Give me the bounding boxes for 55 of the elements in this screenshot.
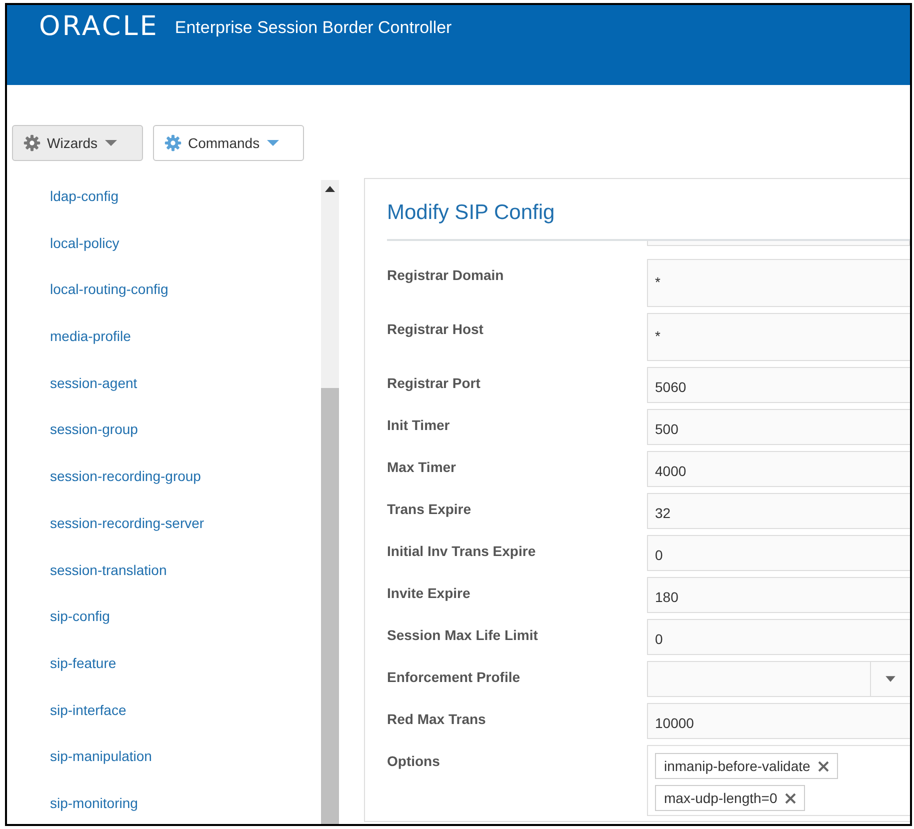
tag-field[interactable]: inmanip-before-validate max-udp-length=0 [647, 745, 910, 816]
input-field[interactable]: 0 [647, 535, 910, 571]
input-field[interactable]: 10000 [647, 703, 910, 739]
wizards-menu-button[interactable]: Wizards [12, 125, 143, 161]
dropdown-field[interactable] [647, 661, 910, 697]
field-label: Session Max Life Limit [387, 626, 539, 645]
input-field[interactable]: 500 [647, 409, 910, 445]
field-label: Init Timer [387, 416, 451, 435]
sidebar-link[interactable]: media-profile [50, 328, 321, 375]
field-label: Initial Inv Trans Expire [387, 542, 537, 561]
scrollbar[interactable] [321, 180, 339, 824]
input-field[interactable] [647, 241, 910, 246]
sidebar-link[interactable]: local-routing-config [50, 281, 321, 328]
field-label: Registrar Port [387, 374, 482, 393]
field-label: Red Max Trans [387, 710, 487, 729]
field-label: Trans Expire [387, 500, 472, 519]
field-label: Options [387, 752, 441, 771]
sidebar-link[interactable]: session-recording-server [50, 514, 321, 562]
scroll-thumb[interactable] [321, 388, 339, 824]
field-label: Enforcement Profile [387, 668, 522, 687]
form-title: Modify SIP Config [387, 200, 556, 226]
input-field[interactable]: * [647, 259, 910, 307]
sidebar-link[interactable]: sip-manipulation [50, 748, 321, 795]
sidebar-link[interactable]: session-translation [50, 562, 321, 608]
sidebar-link[interactable]: ldap-config [50, 188, 321, 235]
sidebar-link[interactable]: session-recording-group [50, 468, 321, 515]
commands-menu-button[interactable]: Commands [153, 125, 304, 161]
sidebar-link[interactable]: sip-feature [50, 654, 321, 702]
scroll-up-icon[interactable] [325, 186, 335, 192]
gear-icon [164, 134, 182, 152]
sidebar-link[interactable]: session-agent [50, 374, 321, 422]
gear-icon [23, 134, 41, 152]
input-field[interactable]: 5060 [647, 367, 910, 403]
input-field[interactable]: 4000 [647, 451, 910, 487]
input-field[interactable]: 180 [647, 577, 910, 613]
remove-icon[interactable] [785, 792, 796, 804]
sidebar-link[interactable]: local-policy [50, 234, 321, 282]
product-title: Enterprise Session Border Controller [174, 17, 452, 39]
sidebar-link[interactable]: sip-interface [50, 702, 321, 748]
remove-icon[interactable] [818, 760, 830, 772]
field-label: Registrar Host [387, 320, 484, 339]
tag-label: max-udp-length=0 [664, 790, 778, 806]
caret-icon [104, 139, 118, 147]
caret-icon [266, 139, 280, 147]
input-field[interactable]: 32 [647, 493, 910, 529]
sidebar-link[interactable]: sip-config [50, 608, 321, 655]
field-label: Registrar Domain [387, 266, 505, 285]
input-field[interactable]: * [647, 313, 910, 361]
sidebar-link[interactable]: session-group [50, 421, 321, 468]
logo: ORACLE [39, 13, 159, 41]
input-field[interactable]: 0 [647, 619, 910, 655]
tag-label: inmanip-before-validate [664, 758, 810, 774]
field-label: Invite Expire [387, 584, 472, 603]
sidebar-link[interactable]: sip-monitoring [50, 794, 321, 824]
field-label: Max Timer [387, 458, 457, 477]
